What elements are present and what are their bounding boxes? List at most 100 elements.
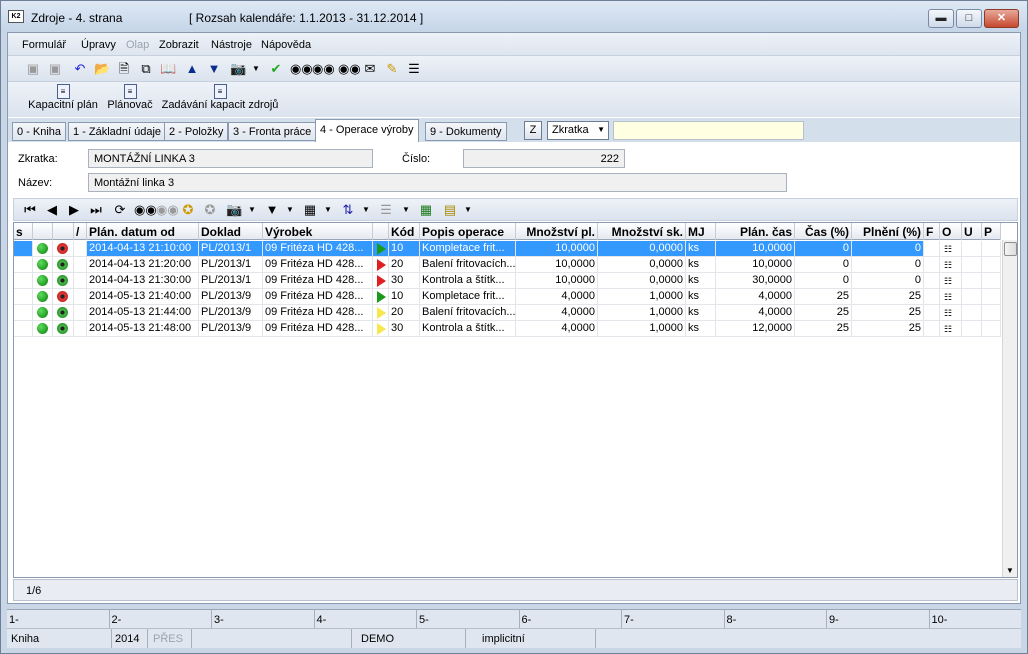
next-record-icon[interactable]: ▶: [66, 202, 82, 218]
check-icon[interactable]: ✔: [268, 61, 284, 77]
cell-mnozstvi-sk[interactable]: 0,0000: [598, 257, 686, 273]
column-header-status[interactable]: [53, 223, 74, 240]
filter-input[interactable]: [613, 121, 804, 140]
function-key-8[interactable]: 8-: [727, 614, 737, 626]
cell-mnozstvi-sk[interactable]: 1,0000: [598, 321, 686, 337]
cell-plan-cas[interactable]: 10,0000: [716, 257, 795, 273]
cell-led[interactable]: [33, 289, 53, 305]
cell-vyrobek[interactable]: 09 Fritéza HD 428...: [263, 321, 373, 337]
cell-popis[interactable]: Kompletace frit...: [420, 289, 516, 305]
arrow-up-icon[interactable]: ▲: [184, 61, 200, 77]
vertical-scrollbar[interactable]: ▼: [1002, 240, 1017, 577]
menu-upravy[interactable]: Úpravy: [81, 39, 116, 51]
menu-nastroje[interactable]: Nástroje: [211, 39, 252, 51]
binoculars-icon[interactable]: ◉◉: [134, 202, 157, 218]
cell-doklad[interactable]: PL/2013/9: [199, 289, 263, 305]
cell-led[interactable]: [33, 241, 53, 257]
function-key-2[interactable]: 2-: [112, 614, 122, 626]
cell-status[interactable]: [53, 241, 74, 257]
cell-mnozstvi-sk[interactable]: 1,0000: [598, 305, 686, 321]
cell-cas-percent[interactable]: 25: [795, 321, 852, 337]
cell-plneni-percent[interactable]: 25: [852, 305, 924, 321]
cell-status[interactable]: [53, 289, 74, 305]
cell-sel[interactable]: [14, 257, 33, 273]
cell-sel[interactable]: [14, 289, 33, 305]
cell-plneni-percent[interactable]: 25: [852, 321, 924, 337]
cell-flag[interactable]: [373, 273, 389, 289]
tab-operace-vyroby[interactable]: 4 - Operace výroby: [315, 119, 419, 142]
function-key-6[interactable]: 6-: [522, 614, 532, 626]
cell-sel[interactable]: [14, 321, 33, 337]
column-header-cas-percent[interactable]: Čas (%): [795, 223, 852, 240]
cell-o[interactable]: ☷: [940, 257, 962, 273]
open-folder-icon[interactable]: 📂: [94, 61, 110, 77]
cell-kod[interactable]: 30: [389, 321, 420, 337]
cell-sort[interactable]: [74, 289, 87, 305]
cell-f[interactable]: [924, 241, 940, 257]
cell-led[interactable]: [33, 321, 53, 337]
function-key-5[interactable]: 5-: [419, 614, 429, 626]
column-header-vyrobek[interactable]: Výrobek: [263, 223, 373, 240]
remove-bookmark-icon[interactable]: ✪: [202, 202, 218, 218]
cell-mj[interactable]: ks: [686, 273, 716, 289]
cell-plan-cas[interactable]: 10,0000: [716, 241, 795, 257]
cell-cas-percent[interactable]: 25: [795, 289, 852, 305]
column-header-sel[interactable]: s: [14, 223, 33, 240]
cell-vyrobek[interactable]: 09 Fritéza HD 428...: [263, 273, 373, 289]
cell-kod[interactable]: 20: [389, 257, 420, 273]
cell-vyrobek[interactable]: 09 Fritéza HD 428...: [263, 289, 373, 305]
function-key-9[interactable]: 9-: [829, 614, 839, 626]
function-key-1[interactable]: 1-: [9, 614, 19, 626]
operation-detail-icon[interactable]: ☷: [944, 242, 956, 256]
tab-fronta-prace[interactable]: 3 - Fronta práce: [228, 122, 317, 141]
chevron-down-icon[interactable]: ▼: [358, 202, 374, 218]
column-header-kod[interactable]: Kód: [389, 223, 420, 240]
cell-u[interactable]: [962, 273, 982, 289]
column-header-mj[interactable]: MJ: [686, 223, 716, 240]
cell-plan-date[interactable]: 2014-05-13 21:48:00: [87, 321, 199, 337]
column-header-u[interactable]: U: [962, 223, 982, 240]
cell-led[interactable]: [33, 257, 53, 273]
chevron-down-icon[interactable]: ▼: [320, 202, 336, 218]
cell-status[interactable]: [53, 321, 74, 337]
chevron-down-icon[interactable]: ▼: [460, 202, 476, 218]
chevron-down-icon[interactable]: ▼: [398, 202, 414, 218]
first-record-icon[interactable]: ⏮: [22, 202, 38, 218]
cell-doklad[interactable]: PL/2013/9: [199, 321, 263, 337]
binoculars-next-icon[interactable]: ◉◉: [312, 61, 335, 77]
tab-zakladni-udaje[interactable]: 1 - Základní údaje: [68, 122, 167, 141]
cell-flag[interactable]: [373, 305, 389, 321]
function-key-7[interactable]: 7-: [624, 614, 634, 626]
columns-icon[interactable]: ▦: [302, 202, 318, 218]
new-document-icon[interactable]: 🗎: [116, 61, 132, 77]
cell-mj[interactable]: ks: [686, 257, 716, 273]
cell-plan-cas[interactable]: 12,0000: [716, 321, 795, 337]
copy-icon[interactable]: ⧉: [138, 61, 154, 77]
cell-plan-date[interactable]: 2014-04-13 21:30:00: [87, 273, 199, 289]
cell-plneni-percent[interactable]: 0: [852, 273, 924, 289]
save-icon[interactable]: ▣: [25, 61, 41, 77]
table-row[interactable]: 2014-05-13 21:48:00 PL/2013/9 09 Fritéza H…: [14, 321, 1001, 337]
cell-p[interactable]: [982, 305, 1001, 321]
cell-kod[interactable]: 30: [389, 273, 420, 289]
column-header-doklad[interactable]: Doklad: [199, 223, 263, 240]
planner-button[interactable]: ≡ Plánovač: [105, 84, 155, 111]
list-menu-icon[interactable]: ☰: [406, 61, 422, 77]
cell-sort[interactable]: [74, 241, 87, 257]
column-header-plan-date[interactable]: Plán. datum od: [87, 223, 199, 240]
cell-u[interactable]: [962, 289, 982, 305]
cell-mnozstvi-pl[interactable]: 4,0000: [516, 305, 598, 321]
column-header-plan-cas[interactable]: Plán. čas: [716, 223, 795, 240]
cell-f[interactable]: [924, 289, 940, 305]
z-button[interactable]: Z: [524, 121, 542, 140]
cell-plan-date[interactable]: 2014-04-13 21:20:00: [87, 257, 199, 273]
cell-mj[interactable]: ks: [686, 321, 716, 337]
capacity-entry-button[interactable]: ≡ Zadávání kapacit zdrojů: [160, 84, 280, 111]
column-header-sort[interactable]: /: [74, 223, 87, 240]
cell-sel[interactable]: [14, 305, 33, 321]
cell-f[interactable]: [924, 305, 940, 321]
operation-detail-icon[interactable]: ☷: [944, 274, 956, 288]
sort-icon[interactable]: ⇅: [340, 202, 356, 218]
previous-record-icon[interactable]: ◀: [44, 202, 60, 218]
undo-icon[interactable]: ↶: [72, 61, 88, 77]
